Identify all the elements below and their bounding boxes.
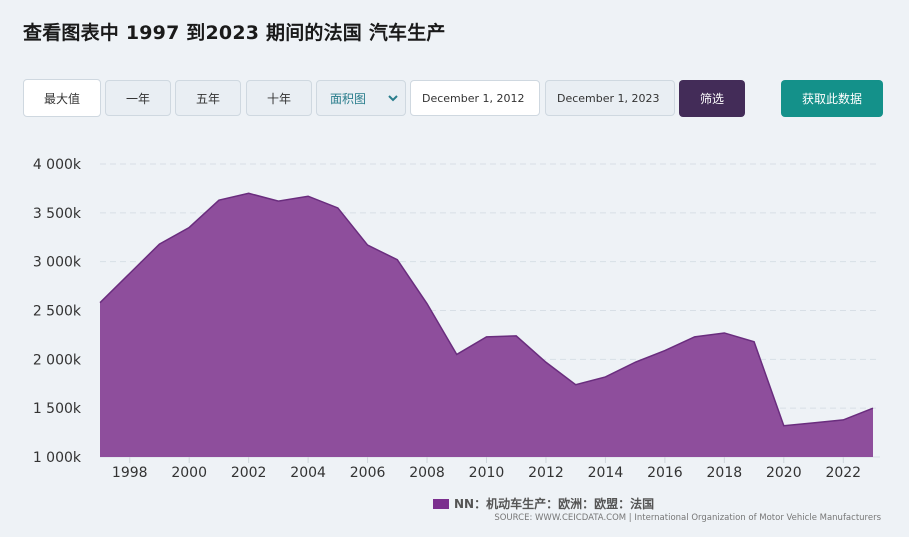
- data-point[interactable]: [246, 190, 252, 196]
- start-date-input[interactable]: December 1, 2012: [410, 80, 540, 116]
- x-tick-label: 2000: [171, 465, 207, 481]
- data-point[interactable]: [127, 270, 133, 276]
- x-tick-label: 2002: [231, 465, 267, 481]
- filter-button[interactable]: 筛选: [679, 80, 745, 117]
- x-tick-label: 1998: [112, 465, 148, 481]
- x-tick-label: 2004: [290, 465, 326, 481]
- x-tick-label: 2020: [766, 465, 802, 481]
- data-point[interactable]: [751, 339, 757, 345]
- chevron-down-icon: [388, 95, 398, 102]
- x-tick-label: 2016: [647, 465, 683, 481]
- y-tick-label: 2 500k: [33, 304, 82, 320]
- area-series: [97, 190, 876, 458]
- y-axis: 1 000k 1 500k 2 000k 2 500k 3 000k 3 500k 4 00…: [33, 157, 82, 466]
- data-point[interactable]: [513, 333, 519, 339]
- range-10y-button[interactable]: 十年: [246, 80, 312, 116]
- data-point[interactable]: [602, 374, 608, 380]
- data-point[interactable]: [216, 197, 222, 203]
- x-tick-label: 2006: [350, 465, 386, 481]
- range-max-button[interactable]: 最大值: [23, 79, 101, 117]
- data-point[interactable]: [335, 205, 341, 211]
- legend-label: NN：机动车生产：欧洲：欧盟：法国: [454, 497, 655, 511]
- range-5y-button[interactable]: 五年: [175, 80, 241, 116]
- get-data-button[interactable]: 获取此数据: [781, 80, 883, 117]
- data-point[interactable]: [840, 417, 846, 423]
- end-date-input[interactable]: December 1, 2023: [545, 80, 675, 116]
- data-point[interactable]: [573, 382, 579, 388]
- x-tick-label: 2014: [588, 465, 624, 481]
- y-tick-label: 1 500k: [33, 401, 82, 417]
- x-tick-label: 2008: [409, 465, 445, 481]
- data-point[interactable]: [662, 348, 668, 354]
- y-tick-label: 4 000k: [33, 157, 82, 173]
- data-point[interactable]: [424, 301, 430, 307]
- toolbar: 最大值 一年 五年 十年 面积图 December 1, 2012 Decemb…: [0, 79, 909, 118]
- data-point[interactable]: [186, 224, 192, 230]
- data-point[interactable]: [275, 198, 281, 204]
- area-fill: [100, 193, 873, 458]
- chart-type-select[interactable]: 面积图: [316, 80, 406, 116]
- data-point[interactable]: [632, 359, 638, 365]
- y-tick-label: 3 500k: [33, 206, 82, 222]
- source-note: SOURCE: WWW.CEICDATA.COM | International…: [494, 513, 881, 523]
- data-point[interactable]: [721, 330, 727, 336]
- legend-swatch: [433, 498, 449, 509]
- x-tick-label: 2012: [528, 465, 564, 481]
- data-point[interactable]: [811, 420, 817, 426]
- data-point[interactable]: [543, 359, 549, 365]
- x-axis: 1998 2000 2002 2004 2006 2008 2010 2012 2014 2016…: [112, 457, 861, 481]
- data-point[interactable]: [394, 257, 400, 263]
- chart-type-value: 面积图: [330, 91, 367, 106]
- range-1y-button[interactable]: 一年: [105, 80, 171, 116]
- x-tick-label: 2022: [825, 465, 861, 481]
- area-chart: 1 000k 1 500k 2 000k 2 500k 3 000k 3 500k 4 00…: [33, 157, 880, 481]
- data-point[interactable]: [870, 405, 876, 411]
- y-tick-label: 3 000k: [33, 255, 82, 271]
- data-point[interactable]: [97, 300, 103, 306]
- x-tick-label: 2010: [469, 465, 505, 481]
- data-point[interactable]: [484, 334, 490, 340]
- data-point[interactable]: [454, 351, 460, 357]
- x-tick-label: 2018: [707, 465, 743, 481]
- data-point[interactable]: [305, 193, 311, 199]
- y-tick-label: 2 000k: [33, 352, 82, 368]
- data-point[interactable]: [781, 423, 787, 429]
- data-point[interactable]: [692, 334, 698, 340]
- legend[interactable]: NN：机动车生产：欧洲：欧盟：法国: [433, 495, 654, 512]
- data-point[interactable]: [156, 241, 162, 247]
- page-title: 查看图表中 1997 到2023 期间的法国 汽车生产: [23, 22, 446, 44]
- y-tick-label: 1 000k: [33, 450, 82, 466]
- data-point[interactable]: [365, 242, 371, 248]
